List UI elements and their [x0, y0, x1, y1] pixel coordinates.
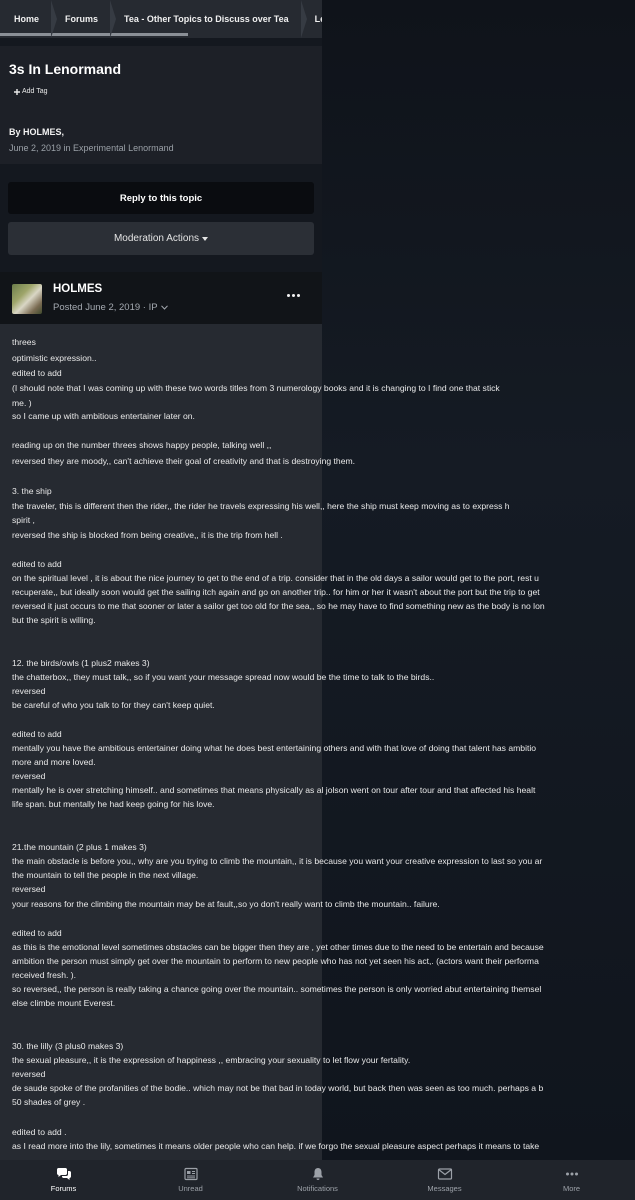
more-options-icon[interactable]: [287, 294, 300, 297]
reply-button[interactable]: Reply to this topic: [8, 182, 314, 214]
post-line: threes: [12, 337, 36, 347]
more-dots-icon: [565, 1172, 578, 1176]
nav-forums-label: Forums: [50, 1184, 77, 1193]
post-line: as this is the emotional level sometimes…: [12, 942, 544, 952]
bottom-nav: Forums Unread Notifications Messages Mor…: [0, 1160, 635, 1200]
post-line: spirit ,: [12, 515, 35, 525]
post-line: reversed: [12, 686, 46, 696]
nav-more[interactable]: More: [508, 1160, 635, 1200]
plus-icon: [14, 88, 20, 95]
topic-dateline[interactable]: June 2, 2019 in Experimental Lenormand: [9, 143, 174, 153]
post-line: reading up on the number threes shows ha…: [12, 440, 272, 450]
post-line: reversed it just occurs to me that soone…: [12, 601, 545, 611]
breadcrumb-scrollbar[interactable]: [0, 33, 188, 36]
post-line: but the spirit is willing.: [12, 615, 96, 625]
post-line: reversed: [12, 771, 46, 781]
breadcrumb: Home Forums Tea - Other Topics to Discus…: [0, 0, 322, 38]
post-line: life span. but mentally he had keep goin…: [12, 799, 215, 809]
post-line: reversed: [12, 1069, 46, 1079]
add-tag-label: Add Tag: [22, 88, 48, 95]
newspaper-icon: [183, 1167, 198, 1181]
chevron-down-icon: [160, 305, 168, 310]
nav-unread[interactable]: Unread: [127, 1160, 254, 1200]
post-line: the traveler, this is different then the…: [12, 501, 510, 511]
post-line: ambition the person must simply get over…: [12, 956, 539, 966]
post-line: as I read more into the lily, sometimes …: [12, 1141, 540, 1151]
post-line: edited to add: [12, 368, 62, 378]
moderation-actions-button[interactable]: Moderation Actions: [8, 222, 314, 255]
nav-messages-label: Messages: [427, 1184, 462, 1193]
post-line: recuperate,, but ideally soon would get …: [12, 587, 540, 597]
topic-byline[interactable]: By HOLMES,: [9, 127, 64, 137]
nav-notifications[interactable]: Notifications: [254, 1160, 381, 1200]
post-line: else climbe mount Everest.: [12, 998, 116, 1008]
post-date-label: Posted June 2, 2019 · IP: [53, 302, 158, 313]
nav-unread-label: Unread: [178, 1184, 203, 1193]
post-line: edited to add: [12, 559, 62, 569]
post-line: 21.the mountain (2 plus 1 makes 3): [12, 842, 147, 852]
post-line: edited to add .: [12, 1127, 67, 1137]
post-line: reversed the ship is blocked from being …: [12, 530, 283, 540]
topic-header: 3s In Lenormand Add Tag By HOLMES, June …: [0, 46, 322, 164]
post-line: more and more loved.: [12, 757, 96, 767]
post-line: 30. the lilly (3 plus0 makes 3): [12, 1041, 124, 1051]
post-line: 12. the birds/owls (1 plus2 makes 3): [12, 658, 150, 668]
post-line: so reversed,, the person is really takin…: [12, 984, 542, 994]
post-line: optimistic expression..: [12, 353, 97, 363]
chat-bubbles-icon: [56, 1168, 71, 1180]
nav-notifications-label: Notifications: [297, 1184, 338, 1193]
post-line: mentally you have the ambitious entertai…: [12, 743, 537, 753]
avatar[interactable]: [12, 284, 42, 314]
post-line: the mountain to tell the people in the n…: [12, 870, 199, 880]
nav-more-label: More: [562, 1184, 581, 1193]
post-content: threes optimistic expression.. edited to…: [0, 324, 545, 1160]
post-line: mentally he is over stretching himself..…: [12, 785, 536, 795]
post-line: be careful of who you talk to for they c…: [12, 700, 215, 710]
post-line: 50 shades of grey .: [12, 1097, 86, 1107]
add-tag-button[interactable]: Add Tag: [10, 86, 52, 97]
moderation-actions-label: Moderation Actions: [113, 233, 200, 244]
post-line: your reasons for the climbing the mounta…: [12, 899, 440, 909]
post-author[interactable]: HOLMES: [53, 283, 102, 295]
post-line: de saude spoke of the profanities of the…: [12, 1083, 544, 1093]
post-line: so I came up with ambitious entertainer …: [12, 411, 195, 421]
post-line: (I should note that I was coming up with…: [12, 383, 500, 393]
content-viewport: Home Forums Tea - Other Topics to Discus…: [0, 0, 635, 1160]
bell-icon: [312, 1168, 323, 1180]
nav-forums[interactable]: Forums: [0, 1160, 127, 1200]
post-line: the chatterbox,, they must talk,, so if …: [12, 672, 435, 682]
nav-messages[interactable]: Messages: [381, 1160, 508, 1200]
post-line: reversed they are moody,, can't achieve …: [12, 456, 356, 466]
post-line: reversed: [12, 884, 46, 894]
post-line: 3. the ship: [12, 486, 52, 496]
topic-title: 3s In Lenormand: [9, 61, 122, 77]
post-line: edited to add: [12, 729, 62, 739]
post-line: on the spiritual level , it is about the…: [12, 573, 539, 583]
post-line: edited to add: [12, 928, 62, 938]
post-date[interactable]: Posted June 2, 2019 · IP: [53, 302, 168, 313]
caret-down-icon: [202, 236, 209, 241]
post-line: received fresh. ).: [12, 970, 76, 980]
post-line: the sexual pleasure,, it is the expressi…: [12, 1055, 411, 1065]
post-header: HOLMES Posted June 2, 2019 · IP: [0, 272, 322, 324]
post-line: the main obstacle is before you,, why ar…: [12, 856, 543, 866]
post-line: me. ): [12, 398, 32, 408]
envelope-icon: [437, 1168, 452, 1180]
